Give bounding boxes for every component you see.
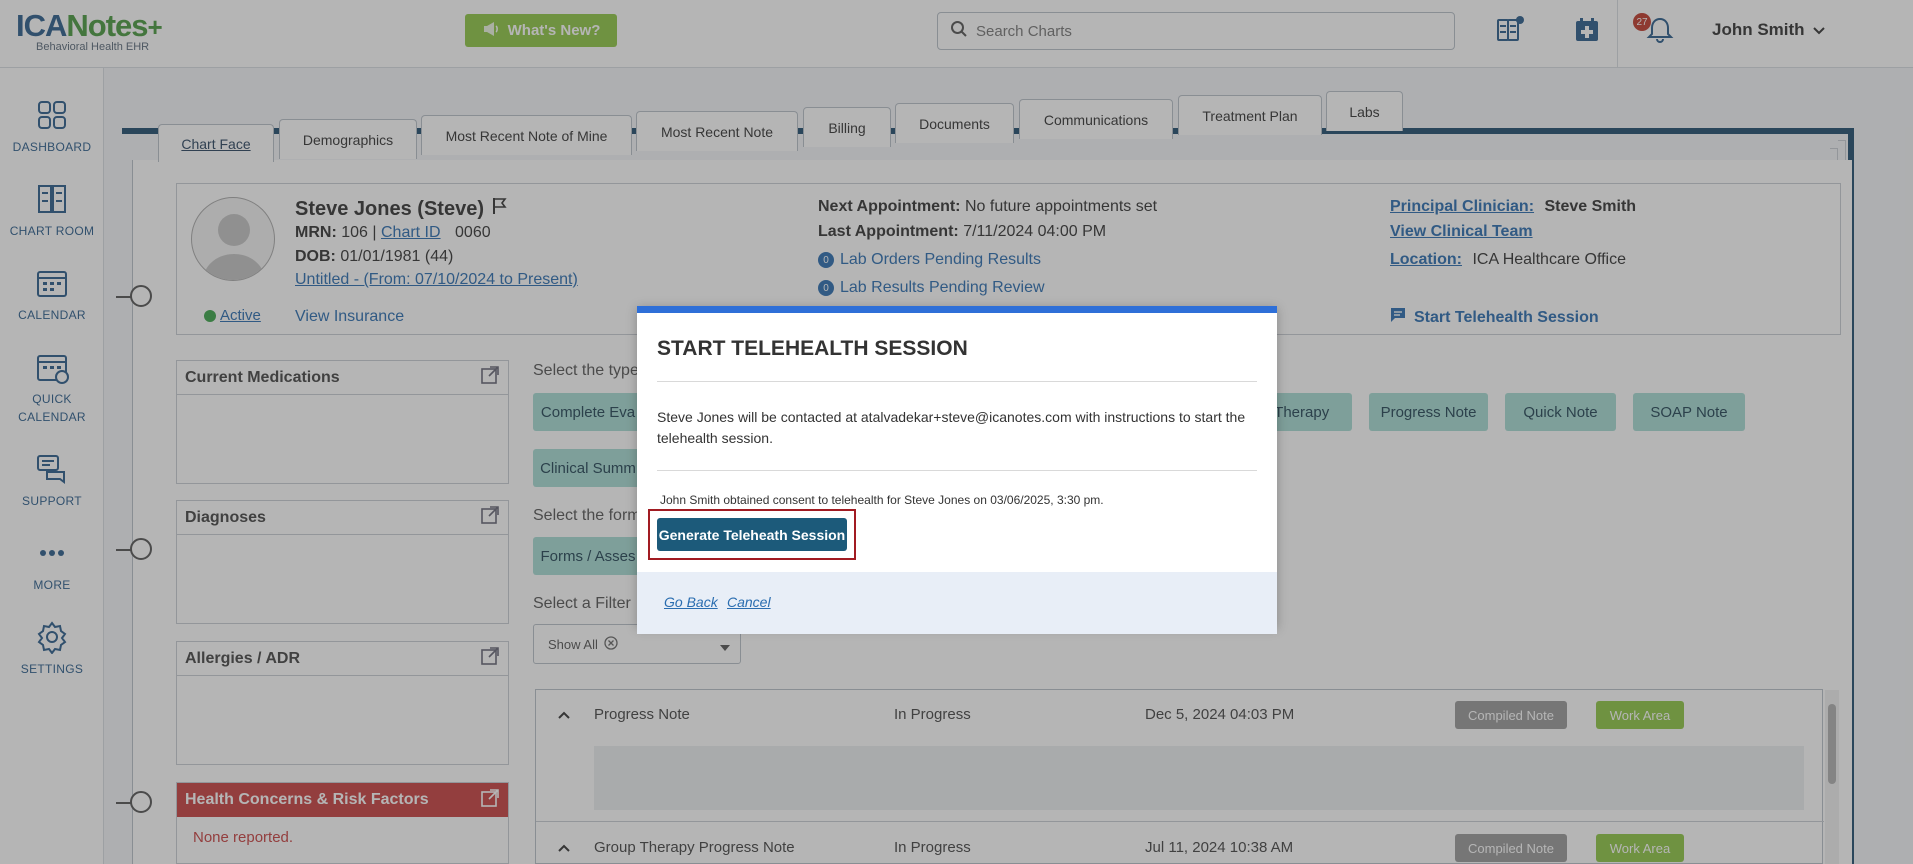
go-back-link[interactable]: Go Back [664,594,718,610]
modal-footer: Go Back Cancel [637,572,1277,634]
modal-divider [657,381,1257,382]
generate-telehealth-session-button[interactable]: Generate Teleheath Session [657,518,847,551]
consent-text: John Smith obtained consent to telehealt… [660,493,1104,507]
start-telehealth-modal: START TELEHEALTH SESSION Steve Jones wil… [637,306,1277,634]
modal-title: START TELEHEALTH SESSION [657,337,968,360]
modal-message: Steve Jones will be contacted at atalvad… [657,409,1246,446]
cancel-link[interactable]: Cancel [727,594,771,610]
modal-divider [657,470,1257,471]
